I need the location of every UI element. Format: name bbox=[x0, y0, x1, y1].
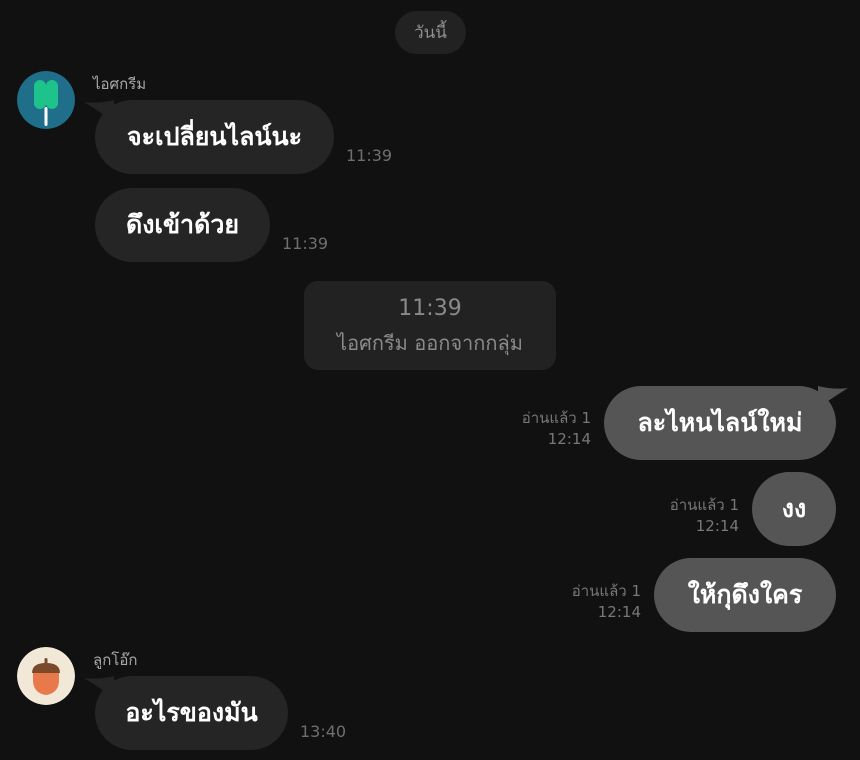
message-bubble-3[interactable]: ละไหนไลน์ใหม่ bbox=[604, 386, 836, 460]
read-receipt: อ่านแล้ว 1 bbox=[669, 496, 739, 514]
acorn-icon bbox=[17, 647, 75, 705]
sender-name-acorn: ลูกโอ๊ก bbox=[93, 651, 138, 669]
message-meta-5: อ่านแล้ว 1 12:14 bbox=[572, 581, 641, 623]
sender-name-icecream: ไอศกรีม bbox=[93, 75, 147, 93]
read-receipt: อ่านแล้ว 1 bbox=[521, 409, 591, 427]
message-meta-4: อ่านแล้ว 1 12:14 bbox=[670, 495, 739, 537]
message-meta-3: อ่านแล้ว 1 12:14 bbox=[522, 408, 591, 450]
chat-view: วันนี้ ไอศกรีม จะเปลี่ยนไลน์นะ 11:39 ดึง… bbox=[0, 0, 860, 760]
system-notice: 11:39 ไอศกรีม ออกจากกลุ่ม bbox=[304, 281, 556, 370]
popsicle-icon bbox=[17, 71, 75, 129]
avatar-acorn[interactable] bbox=[17, 647, 75, 705]
message-bubble-2[interactable]: ดึงเข้าด้วย bbox=[95, 188, 270, 262]
message-time-5: 12:14 bbox=[597, 603, 641, 621]
read-receipt: อ่านแล้ว 1 bbox=[571, 582, 641, 600]
date-divider: วันนี้ bbox=[395, 11, 466, 54]
system-notice-time: 11:39 bbox=[398, 295, 462, 321]
system-notice-text: ไอศกรีม ออกจากกลุ่ม bbox=[337, 330, 523, 355]
message-time-2: 11:39 bbox=[282, 234, 329, 253]
message-time-4: 12:14 bbox=[695, 517, 739, 535]
message-time-3: 12:14 bbox=[547, 430, 591, 448]
message-time-6: 13:40 bbox=[300, 722, 347, 741]
message-time-1: 11:39 bbox=[346, 146, 393, 165]
message-bubble-5[interactable]: ให้กุดึงใคร bbox=[654, 558, 836, 632]
message-bubble-4[interactable]: งง bbox=[752, 472, 836, 546]
bubble-tail bbox=[818, 386, 848, 408]
avatar-icecream[interactable] bbox=[17, 71, 75, 129]
message-bubble-6[interactable]: อะไรของมัน bbox=[95, 676, 288, 750]
message-bubble-1[interactable]: จะเปลี่ยนไลน์นะ bbox=[95, 100, 334, 174]
